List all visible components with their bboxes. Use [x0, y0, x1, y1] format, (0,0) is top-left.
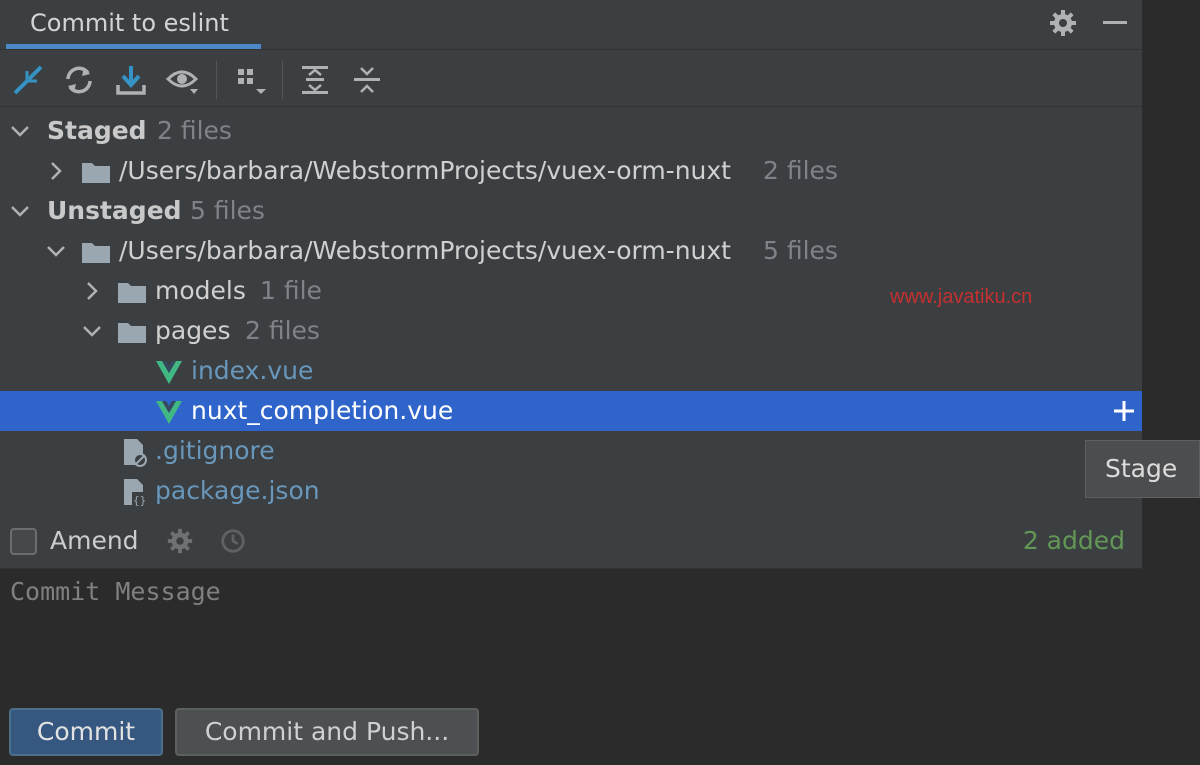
models-count: 1 file: [260, 276, 322, 305]
tree-node-staged-path[interactable]: /Users/barbara/WebstormProjects/vuex-orm…: [0, 151, 1142, 191]
chevron-down-icon[interactable]: [8, 199, 32, 223]
show-diff-icon[interactable]: [166, 63, 200, 97]
amend-label: Amend: [50, 526, 139, 555]
editor-gutter: [1142, 0, 1200, 765]
unstaged-path-count: 5 files: [763, 236, 838, 265]
folder-icon: [118, 283, 146, 303]
file-package-json: package.json: [155, 476, 320, 505]
chevron-right-icon[interactable]: [44, 159, 68, 183]
staged-count: 2 files: [157, 116, 232, 145]
commit-message-area: [0, 568, 1142, 696]
folder-icon: [118, 323, 146, 343]
stage-plus-icon[interactable]: [1112, 399, 1136, 423]
update-icon[interactable]: [114, 63, 148, 97]
toolbar-separator: [282, 61, 283, 99]
pages-count: 2 files: [245, 316, 320, 345]
toolbar: [0, 51, 1142, 107]
staged-label: Staged: [47, 116, 147, 145]
unstaged-count: 5 files: [190, 196, 265, 225]
models-label: models: [155, 276, 246, 305]
unstaged-path: /Users/barbara/WebstormProjects/vuex-orm…: [119, 236, 731, 265]
json-file-icon: {}: [124, 479, 148, 507]
collapse-all-icon[interactable]: [350, 63, 384, 97]
expand-all-icon[interactable]: [298, 63, 332, 97]
watermark: www.javatiku.cn: [890, 286, 1033, 308]
tree-node-unstaged[interactable]: Unstaged 5 files: [0, 191, 1142, 231]
staged-path-count: 2 files: [763, 156, 838, 185]
tree-file-row[interactable]: .gitignore: [0, 431, 1142, 471]
gear-icon[interactable]: [1048, 8, 1078, 38]
file-nuxt-completion-vue: nuxt_completion.vue: [191, 396, 454, 425]
toolbar-separator: [216, 61, 217, 99]
tree-file-row[interactable]: {} package.json: [0, 471, 1142, 511]
pages-label: pages: [155, 316, 231, 345]
tree-file-row[interactable]: index.vue: [0, 351, 1142, 391]
ignore-file-icon: [124, 439, 147, 467]
amend-row: Amend 2 added: [0, 520, 1142, 568]
commit-options-gear-icon[interactable]: [166, 527, 194, 555]
chevron-down-icon[interactable]: [80, 319, 104, 343]
minimize-icon[interactable]: [1100, 8, 1130, 38]
folder-icon: [82, 163, 110, 183]
tree-node-unstaged-path[interactable]: /Users/barbara/WebstormProjects/vuex-orm…: [0, 231, 1142, 271]
tab-underline: [6, 44, 261, 49]
file-index-vue: index.vue: [191, 356, 314, 385]
staged-path: /Users/barbara/WebstormProjects/vuex-orm…: [119, 156, 731, 185]
chevron-right-icon[interactable]: [80, 279, 104, 303]
group-by-icon[interactable]: [234, 63, 268, 97]
unstaged-label: Unstaged: [47, 196, 182, 225]
added-status: 2 added: [1022, 526, 1125, 555]
button-bar: Commit Commit and Push...: [0, 696, 1142, 765]
commit-tab[interactable]: Commit to eslint: [6, 0, 253, 50]
amend-checkbox[interactable]: [10, 528, 37, 555]
folder-icon: [82, 243, 110, 263]
tree-node-pages[interactable]: pages 2 files: [0, 311, 1142, 351]
commit-panel: Commit to eslint Staged 2 files /Users/b…: [0, 0, 1142, 765]
chevron-down-icon[interactable]: [44, 239, 68, 263]
commit-and-push-button[interactable]: Commit and Push...: [175, 708, 479, 756]
chevron-down-icon[interactable]: [8, 119, 32, 143]
svg-text:{}: {}: [133, 494, 146, 507]
tree-file-row-selected[interactable]: nuxt_completion.vue: [0, 391, 1142, 431]
stage-tooltip: Stage: [1085, 440, 1200, 498]
file-gitignore: .gitignore: [155, 436, 275, 465]
history-clock-icon[interactable]: [219, 527, 247, 555]
tool-window-header: Commit to eslint: [0, 0, 1142, 50]
vue-icon: [156, 361, 182, 384]
tree-node-staged[interactable]: Staged 2 files: [0, 111, 1142, 151]
refresh-icon[interactable]: [62, 63, 96, 97]
vue-icon: [156, 401, 182, 424]
rollback-icon[interactable]: [11, 63, 45, 97]
commit-button[interactable]: Commit: [9, 708, 163, 756]
commit-message-input[interactable]: [0, 569, 1142, 696]
